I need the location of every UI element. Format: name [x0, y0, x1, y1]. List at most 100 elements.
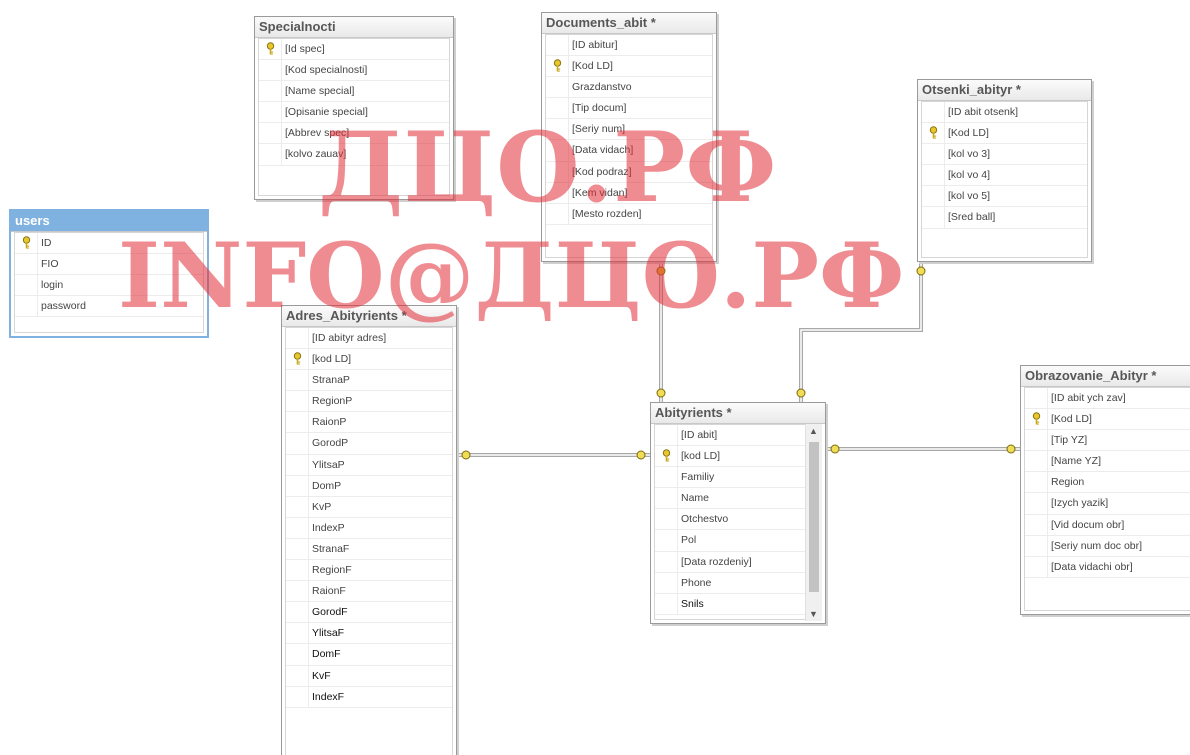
row-selector[interactable] — [1025, 388, 1048, 409]
column-row[interactable]: Otchestvo — [655, 509, 805, 531]
table-abityrients[interactable]: Abityrients * [ID abit] [kod LD] Familiy Na… — [650, 402, 826, 624]
vertical-scrollbar[interactable]: ▲ ▼ — [805, 424, 822, 621]
row-selector[interactable] — [1025, 556, 1048, 577]
column-row[interactable]: KvF — [286, 665, 452, 687]
column-row[interactable]: Familiy — [655, 467, 805, 489]
column-row[interactable]: [Kod podraz] — [546, 161, 712, 183]
column-row[interactable]: [ID abit] — [655, 425, 805, 447]
column-row[interactable]: Name — [655, 488, 805, 510]
scroll-down-icon[interactable]: ▼ — [809, 609, 818, 619]
row-selector[interactable] — [1025, 430, 1048, 451]
column-row[interactable]: [kol vo 3] — [922, 144, 1087, 166]
column-row[interactable]: [Data rozdeniy] — [655, 551, 805, 573]
row-selector[interactable] — [1025, 472, 1048, 493]
row-selector[interactable] — [546, 77, 569, 98]
table-users[interactable]: users ID FIO login password — [9, 209, 209, 338]
column-row[interactable]: [Kem vidan] — [546, 182, 712, 204]
column-row[interactable]: [Opisanie special] — [259, 102, 449, 124]
column-row[interactable]: Grazdanstvo — [546, 77, 712, 99]
column-row[interactable]: RaionF — [286, 581, 452, 603]
table-title[interactable]: users — [11, 211, 207, 232]
row-selector[interactable] — [655, 572, 678, 593]
table-documents-abit[interactable]: Documents_abit * [ID abitur] [Kod LD] Graz… — [541, 12, 717, 262]
column-row[interactable]: FIO — [15, 254, 203, 276]
column-row[interactable]: login — [15, 275, 203, 297]
column-row[interactable]: [Kod LD] — [1025, 409, 1190, 431]
column-row[interactable]: [Seriy num doc obr] — [1025, 535, 1190, 557]
row-selector[interactable] — [546, 182, 569, 203]
column-row[interactable]: [Vid docum obr] — [1025, 514, 1190, 536]
table-title[interactable]: Specialnocti — [255, 17, 453, 38]
row-selector[interactable] — [922, 186, 945, 207]
row-selector[interactable] — [259, 123, 282, 144]
row-selector[interactable] — [655, 509, 678, 530]
row-selector[interactable] — [546, 203, 569, 224]
row-selector[interactable] — [922, 144, 945, 165]
row-selector[interactable] — [1025, 451, 1048, 472]
row-selector[interactable] — [286, 496, 309, 517]
row-selector[interactable] — [286, 475, 309, 496]
row-selector[interactable] — [546, 119, 569, 140]
column-row[interactable]: [kolvo zauav] — [259, 144, 449, 166]
row-selector[interactable] — [922, 207, 945, 228]
column-row[interactable]: [Name YZ] — [1025, 451, 1190, 473]
row-selector[interactable] — [546, 98, 569, 119]
column-row[interactable]: [ID abit ych zav] — [1025, 388, 1190, 410]
column-row[interactable]: RegionP — [286, 391, 452, 413]
column-row[interactable]: Pol — [655, 530, 805, 552]
column-row[interactable]: [Izych yazik] — [1025, 493, 1190, 515]
row-selector[interactable] — [1025, 493, 1048, 514]
column-row[interactable]: [ID abitur] — [546, 35, 712, 57]
row-selector[interactable] — [655, 593, 678, 614]
table-title[interactable]: Obrazovanie_Abityr * — [1021, 366, 1190, 387]
column-row[interactable]: [Id spec] — [259, 39, 449, 61]
column-row[interactable]: [Kod LD] — [922, 123, 1087, 145]
column-row[interactable]: [Abbrev spec] — [259, 123, 449, 145]
column-row[interactable]: [Data vidachi obr] — [1025, 556, 1190, 578]
row-selector[interactable] — [286, 602, 309, 623]
column-row[interactable]: KvP — [286, 496, 452, 518]
table-adres-abityrients[interactable]: Adres_Abityrients * [ID abityr adres] [ko… — [281, 305, 457, 755]
column-row[interactable]: ID — [15, 233, 203, 255]
row-selector[interactable] — [655, 551, 678, 572]
row-selector[interactable] — [286, 391, 309, 412]
table-title[interactable]: Abityrients * — [651, 403, 825, 424]
row-selector[interactable] — [15, 254, 38, 275]
row-selector[interactable] — [1025, 535, 1048, 556]
scroll-up-icon[interactable]: ▲ — [809, 426, 818, 436]
column-row[interactable]: [Mesto rozden] — [546, 203, 712, 225]
column-row[interactable]: [ID abit otsenk] — [922, 102, 1087, 124]
column-row[interactable]: Phone — [655, 572, 805, 594]
row-selector[interactable] — [15, 296, 38, 317]
row-selector[interactable] — [546, 140, 569, 161]
row-selector[interactable] — [922, 165, 945, 186]
row-selector[interactable] — [286, 433, 309, 454]
row-selector[interactable] — [286, 538, 309, 560]
column-row[interactable]: GorodF — [286, 602, 452, 624]
row-selector[interactable] — [655, 530, 678, 551]
column-row[interactable]: RaionP — [286, 412, 452, 434]
row-selector[interactable] — [286, 560, 309, 581]
column-row[interactable]: GorodP — [286, 433, 452, 455]
row-selector[interactable] — [1025, 514, 1048, 535]
column-row[interactable]: [Seriy num] — [546, 119, 712, 141]
column-row[interactable]: StranaF — [286, 538, 452, 561]
row-selector[interactable] — [655, 425, 678, 446]
row-selector[interactable] — [286, 686, 309, 707]
row-selector[interactable] — [259, 144, 282, 165]
row-selector[interactable] — [286, 370, 309, 391]
table-title[interactable]: Documents_abit * — [542, 13, 716, 34]
column-row[interactable]: [Tip YZ] — [1025, 430, 1190, 452]
row-selector[interactable] — [655, 488, 678, 509]
column-row[interactable]: [Tip docum] — [546, 98, 712, 120]
table-otsenki-abityr[interactable]: Otsenki_abityr * [ID abit otsenk] [Kod LD… — [917, 79, 1092, 262]
column-row[interactable]: [Name special] — [259, 81, 449, 103]
column-row[interactable]: [Kod LD] — [546, 56, 712, 78]
column-row[interactable]: Region — [1025, 472, 1190, 494]
row-selector[interactable] — [259, 60, 282, 81]
row-selector[interactable] — [286, 581, 309, 602]
column-row[interactable]: DomF — [286, 644, 452, 666]
table-title[interactable]: Adres_Abityrients * — [282, 306, 456, 327]
column-row[interactable]: RegionF — [286, 560, 452, 582]
table-title[interactable]: Otsenki_abityr * — [918, 80, 1091, 101]
